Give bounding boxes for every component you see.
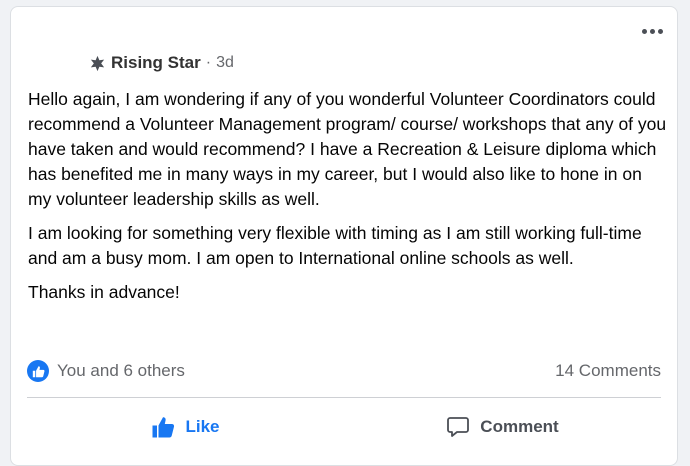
more-dot <box>641 28 647 34</box>
speech-bubble-icon <box>447 417 470 437</box>
divider <box>27 397 661 398</box>
badge-label[interactable]: Rising Star <box>111 53 201 73</box>
post-card: Rising Star · 3d Hello again, I am wonde… <box>10 6 678 466</box>
thumbs-up-icon <box>152 417 175 438</box>
more-dot <box>657 28 663 34</box>
like-button[interactable]: Like <box>27 405 344 449</box>
post-paragraph: I am looking for something very flexible… <box>28 223 642 268</box>
like-label: Like <box>185 417 220 436</box>
reactions-summary[interactable]: You and 6 others <box>27 360 185 382</box>
rising-star-icon <box>90 55 105 71</box>
post-paragraph: Hello again, I am wondering if any of yo… <box>28 89 667 209</box>
more-options-button[interactable] <box>639 21 665 41</box>
like-reaction-icon <box>27 360 49 382</box>
comment-button[interactable]: Comment <box>344 405 661 449</box>
comments-count[interactable]: 14 Comments <box>555 361 661 381</box>
post-paragraph: Thanks in advance! <box>28 282 180 302</box>
post-timestamp[interactable]: 3d <box>216 54 234 72</box>
more-dot <box>649 28 655 34</box>
post-stats: You and 6 others 14 Comments <box>27 357 661 385</box>
comment-label: Comment <box>480 417 559 436</box>
action-bar: Like Comment <box>27 405 661 449</box>
reactions-text: You and 6 others <box>57 361 185 380</box>
post-header: Rising Star · 3d <box>89 53 234 73</box>
separator: · <box>205 54 212 71</box>
post-body: Hello again, I am wondering if any of yo… <box>28 87 668 314</box>
